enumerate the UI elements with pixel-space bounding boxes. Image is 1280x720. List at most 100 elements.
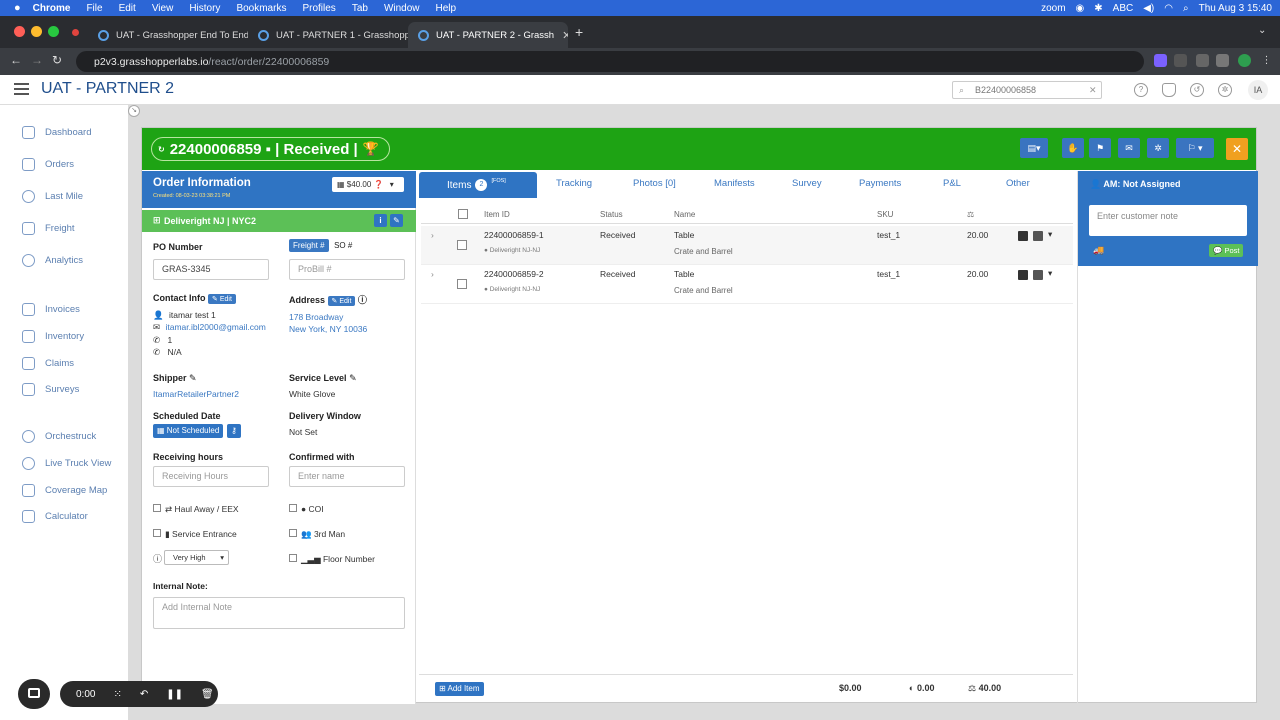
menu-profiles[interactable]: Profiles <box>302 3 335 14</box>
settings-button[interactable]: ✲ <box>1147 138 1169 158</box>
sidebar-item-last-mile[interactable]: Last Mile <box>22 188 83 204</box>
refresh-icon[interactable]: ↻ <box>158 145 165 154</box>
close-tab-icon[interactable]: ✕ <box>562 29 568 42</box>
probill-input[interactable]: ProBill # <box>289 259 405 280</box>
item-doc-icon[interactable] <box>1033 270 1043 280</box>
item-id[interactable]: 22400006859-1 <box>484 230 544 240</box>
close-window-button[interactable] <box>14 26 25 37</box>
bluetooth-icon[interactable]: ✱ <box>1094 3 1102 14</box>
tab-payments[interactable]: Payments <box>859 178 901 189</box>
info-button[interactable]: i <box>374 214 387 227</box>
sidebar-item-invoices[interactable]: Invoices <box>22 301 80 317</box>
weight-scale-icon[interactable]: ⚖ <box>967 210 974 219</box>
tab-pl[interactable]: P&L <box>943 178 961 189</box>
extension-icon[interactable] <box>1154 54 1167 67</box>
forward-icon[interactable]: → <box>31 53 43 67</box>
freight-toggle[interactable]: Freight # <box>289 239 329 252</box>
camera-icon[interactable] <box>18 679 50 709</box>
chevron-down-icon[interactable]: ▾ <box>1048 229 1052 240</box>
col-name[interactable]: Name <box>674 210 695 219</box>
service-entrance-checkbox[interactable] <box>153 529 161 537</box>
tab-tracking[interactable]: Tracking <box>556 178 592 189</box>
so-toggle[interactable]: SO # <box>334 241 352 250</box>
browser-tab-2[interactable]: UAT - PARTNER 1 - Grasshopp ✕ <box>248 22 408 48</box>
add-item-button[interactable]: ⊞ Add Item <box>435 682 484 696</box>
contact-email[interactable]: itamar.ibl2000@gmail.com <box>166 322 266 332</box>
history-icon[interactable]: ↺ <box>1190 83 1204 97</box>
apple-icon[interactable]: ● <box>14 2 21 14</box>
schedule-button[interactable]: ▦ Not Scheduled <box>153 424 224 438</box>
zoom-status[interactable]: zoom <box>1041 3 1065 14</box>
spotlight-icon[interactable]: ⌕ <box>1183 3 1189 14</box>
zoom-window-button[interactable] <box>48 26 59 37</box>
volume-icon[interactable]: ◀) <box>1143 3 1154 14</box>
url-bar[interactable]: p2v3.grasshopperlabs.io/react/order/2240… <box>76 51 1144 72</box>
address-line1[interactable]: 178 Broadway <box>289 312 343 322</box>
sidebar-item-orchestruck[interactable]: Orchestruck <box>22 428 96 444</box>
item-id[interactable]: 22400006859-2 <box>484 269 544 279</box>
menu-app-name[interactable]: Chrome <box>33 3 71 14</box>
expand-row-icon[interactable]: › <box>431 230 434 240</box>
col-status[interactable]: Status <box>600 210 623 219</box>
address-line2[interactable]: New York, NY 10036 <box>289 324 367 334</box>
edit-item-icon[interactable] <box>1018 231 1028 241</box>
avatar[interactable]: IA <box>1248 80 1268 100</box>
tab-items[interactable]: Items 2 [FOS] <box>419 172 537 198</box>
menu-history[interactable]: History <box>189 3 220 14</box>
profile-icon[interactable] <box>1238 54 1251 67</box>
menu-bookmarks[interactable]: Bookmarks <box>236 3 286 14</box>
expand-row-icon[interactable]: › <box>431 269 434 279</box>
tab-search-icon[interactable]: ⌄ <box>1258 25 1266 36</box>
table-row[interactable]: › 22400006859-1 ● Deliveright NJ-NJ Rece… <box>421 226 1073 265</box>
confirmed-with-input[interactable]: Enter name <box>289 466 405 487</box>
route-menu-button[interactable]: ⚐ ▾ <box>1176 138 1214 158</box>
sidebar-item-dashboard[interactable]: Dashboard <box>22 124 91 140</box>
trash-icon[interactable]: 🗑 <box>201 689 214 700</box>
amount-dropdown[interactable]: ▦ $40.00 ❓ ▾ <box>332 177 404 192</box>
menu-edit[interactable]: Edit <box>119 3 136 14</box>
edit-item-icon[interactable] <box>1018 270 1028 280</box>
edit-delivery-button[interactable]: ✎ <box>390 214 403 227</box>
third-man-checkbox[interactable] <box>289 529 297 537</box>
chevron-down-icon[interactable]: ▾ <box>1048 268 1052 279</box>
post-button[interactable]: 💬 Post <box>1209 244 1244 257</box>
sidebar-item-coverage-map[interactable]: Coverage Map <box>22 482 107 498</box>
sidebar-item-inventory[interactable]: Inventory <box>22 328 84 344</box>
sidebar-item-live-truck-view[interactable]: Live Truck View <box>22 455 111 471</box>
clock[interactable]: Thu Aug 3 15:40 <box>1199 3 1272 14</box>
undo-icon[interactable]: ↶ <box>140 689 148 700</box>
floor-number-checkbox[interactable] <box>289 554 297 562</box>
menu-tab[interactable]: Tab <box>352 3 368 14</box>
input-source[interactable]: ABC <box>1113 3 1134 14</box>
sidebar-item-freight[interactable]: Freight <box>22 220 75 236</box>
search-input[interactable]: ⌕ B22400006858 ✕ <box>952 81 1102 99</box>
hamburger-icon[interactable] <box>14 83 29 95</box>
tab-photos[interactable]: Photos [0] <box>633 178 676 189</box>
menu-help[interactable]: Help <box>436 3 457 14</box>
item-doc-icon[interactable] <box>1033 231 1043 241</box>
tab-survey[interactable]: Survey <box>792 178 822 189</box>
help-icon[interactable]: ? <box>1134 83 1148 97</box>
puzzle-icon[interactable] <box>1174 54 1187 67</box>
bell-icon[interactable] <box>1162 83 1176 97</box>
tab-manifests[interactable]: Manifests <box>714 178 755 189</box>
plus-square-icon[interactable]: ⊞ <box>153 215 161 226</box>
browser-tab-1[interactable]: UAT - Grasshopper End To End ✕ <box>88 22 248 48</box>
download-icon[interactable] <box>1196 54 1209 67</box>
table-row[interactable]: › 22400006859-2 ● Deliveright NJ-NJ Rece… <box>421 265 1073 304</box>
expand-icon[interactable]: ↘ <box>128 105 140 117</box>
minimize-window-button[interactable] <box>31 26 42 37</box>
customer-note-input[interactable]: Enter customer note <box>1089 205 1247 236</box>
contact-edit-button[interactable]: ✎ Edit <box>208 293 236 304</box>
menu-view[interactable]: View <box>152 3 174 14</box>
menu-window[interactable]: Window <box>384 3 420 14</box>
sidebar-item-surveys[interactable]: Surveys <box>22 381 79 397</box>
row-checkbox[interactable] <box>457 279 467 289</box>
coi-checkbox[interactable] <box>289 504 297 512</box>
reload-icon[interactable]: ↻ <box>52 53 62 67</box>
record-icon[interactable]: ◉ <box>1076 3 1085 14</box>
sidebar-item-analytics[interactable]: Analytics <box>22 252 83 268</box>
sidepanel-icon[interactable] <box>1216 54 1229 67</box>
back-icon[interactable]: ← <box>10 53 22 67</box>
more-menu-icon[interactable]: ⋮ <box>1260 54 1273 67</box>
